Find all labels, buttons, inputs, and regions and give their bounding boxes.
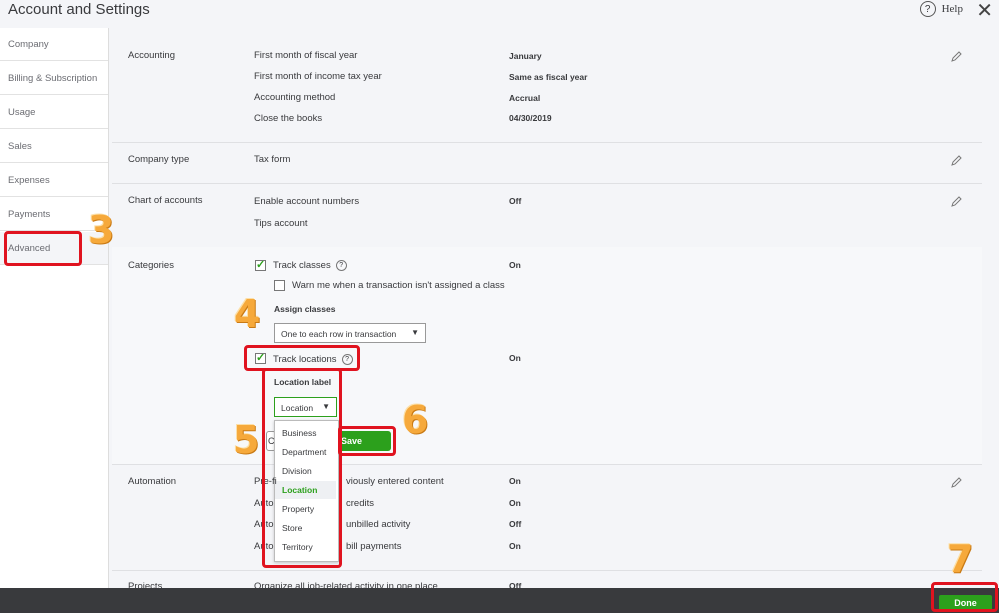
track-classes-help-icon[interactable]: ? bbox=[335, 260, 347, 271]
sidebar-item-sales[interactable]: Sales bbox=[0, 130, 108, 163]
automation-row-3-value: Off bbox=[509, 519, 522, 529]
edit-chart-of-accounts-pencil-icon[interactable] bbox=[950, 196, 962, 208]
categories-title: Categories bbox=[128, 260, 174, 271]
annotation-box-save bbox=[338, 426, 396, 456]
sidebar-item-company[interactable]: Company bbox=[0, 28, 108, 61]
close-icon[interactable]: ✕ bbox=[976, 0, 993, 23]
tax-year-value: Same as fiscal year bbox=[509, 72, 588, 82]
automation-row-2-right: credits bbox=[346, 498, 374, 509]
track-classes-value: On bbox=[509, 260, 521, 270]
automation-title: Automation bbox=[128, 476, 177, 487]
automation-section bbox=[112, 464, 982, 571]
accounting-section bbox=[112, 36, 982, 143]
help-button[interactable]: ? Help bbox=[919, 1, 963, 17]
annotation-number-4: 4 bbox=[234, 292, 261, 336]
track-locations-value: On bbox=[509, 353, 521, 363]
chevron-down-icon: ▼ bbox=[411, 328, 419, 337]
company-type-title: Company type bbox=[128, 154, 190, 165]
fiscal-year-value: January bbox=[509, 51, 542, 61]
help-icon: ? bbox=[919, 1, 936, 17]
sidebar-item-billing[interactable]: Billing & Subscription bbox=[0, 62, 108, 95]
automation-row-2-value: On bbox=[509, 498, 521, 508]
footer-bar bbox=[0, 588, 999, 613]
warn-unassigned-class-checkbox[interactable] bbox=[274, 280, 285, 291]
warn-unassigned-class-label: Warn me when a transaction isn't assigne… bbox=[292, 280, 505, 291]
help-label: Help bbox=[941, 3, 963, 15]
automation-row-4-value: On bbox=[509, 541, 521, 551]
sidebar-item-label: Company bbox=[8, 39, 49, 50]
sidebar-item-usage[interactable]: Usage bbox=[0, 96, 108, 129]
account-numbers-label: Enable account numbers bbox=[254, 196, 360, 207]
account-numbers-value: Off bbox=[509, 196, 522, 206]
company-type-section bbox=[112, 142, 982, 184]
close-books-label: Close the books bbox=[254, 113, 323, 124]
track-classes-checkbox[interactable] bbox=[255, 258, 266, 271]
scrollbar[interactable] bbox=[990, 36, 999, 588]
sidebar-item-label: Sales bbox=[8, 141, 32, 152]
automation-row-3-right: unbilled activity bbox=[346, 519, 411, 530]
sidebar-item-label: Payments bbox=[8, 209, 51, 220]
tips-account-label: Tips account bbox=[254, 218, 308, 229]
annotation-box-done bbox=[931, 582, 998, 612]
track-classes-text: Track classes bbox=[273, 260, 331, 272]
settings-sidebar: Company Billing & Subscription Usage Sal… bbox=[0, 28, 109, 588]
page-title: Account and Settings bbox=[8, 1, 150, 18]
sidebar-item-label: Usage bbox=[8, 107, 36, 118]
close-books-value: 04/30/2019 bbox=[509, 113, 552, 123]
annotation-number-5: 5 bbox=[233, 418, 260, 462]
assign-classes-selected: One to each row in transaction bbox=[281, 329, 397, 339]
fiscal-year-label: First month of fiscal year bbox=[254, 50, 358, 61]
accounting-method-value: Accrual bbox=[509, 93, 541, 103]
track-classes-label: Track classes? bbox=[273, 260, 347, 271]
chart-of-accounts-section bbox=[112, 183, 982, 248]
edit-accounting-pencil-icon[interactable] bbox=[950, 51, 962, 63]
accounting-method-label: Accounting method bbox=[254, 92, 336, 103]
sidebar-item-label: Expenses bbox=[8, 175, 50, 186]
assign-classes-label: Assign classes bbox=[274, 304, 336, 314]
edit-company-type-pencil-icon[interactable] bbox=[950, 155, 962, 167]
sidebar-item-expenses[interactable]: Expenses bbox=[0, 164, 108, 197]
annotation-number-3: 3 bbox=[88, 208, 115, 252]
annotation-number-7: 7 bbox=[947, 537, 974, 581]
accounting-title: Accounting bbox=[128, 50, 176, 61]
annotation-box-advanced bbox=[4, 231, 82, 266]
tax-year-label: First month of income tax year bbox=[254, 71, 382, 82]
tax-form-label: Tax form bbox=[254, 154, 291, 165]
annotation-number-6: 6 bbox=[402, 398, 429, 442]
edit-automation-pencil-icon[interactable] bbox=[950, 477, 962, 489]
automation-row-1-right: viously entered content bbox=[346, 476, 444, 487]
automation-row-4-right: bill payments bbox=[346, 541, 402, 552]
automation-row-1-value: On bbox=[509, 476, 521, 486]
annotation-box-location-label bbox=[262, 368, 342, 568]
assign-classes-select[interactable]: One to each row in transaction ▼ bbox=[274, 323, 426, 343]
chart-of-accounts-title: Chart of accounts bbox=[128, 195, 203, 206]
sidebar-item-label: Billing & Subscription bbox=[8, 73, 98, 84]
